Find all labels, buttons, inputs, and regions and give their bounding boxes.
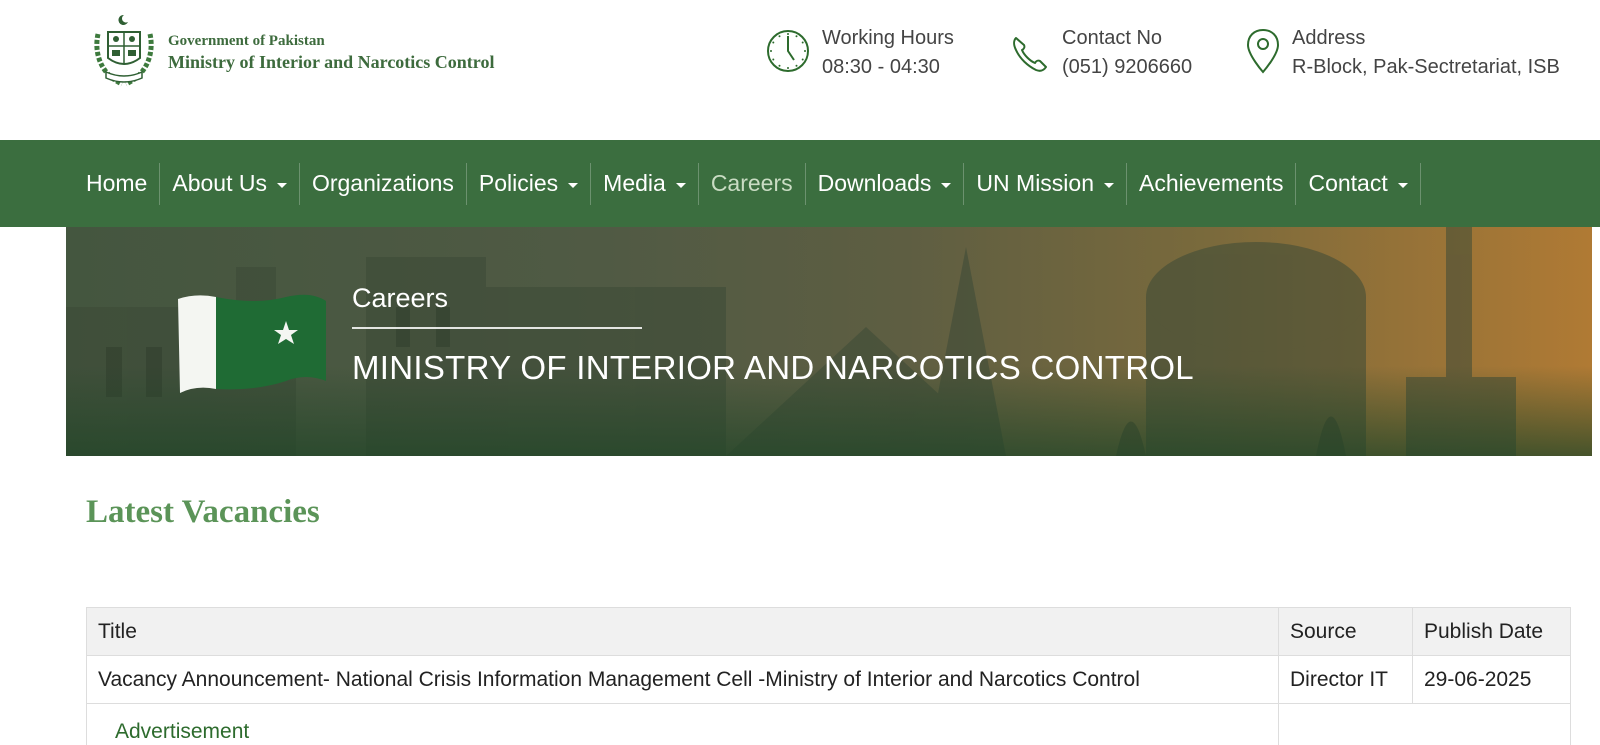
clock-icon [767,30,809,72]
nav-divider [1419,162,1421,205]
nav-achievements-label: Achievements [1139,170,1284,196]
address-value: R-Block, Pak-Sectretariat, ISB [1292,56,1560,78]
nav-un-mission[interactable]: UN Mission [964,140,1126,227]
caret-down-icon [1397,182,1408,188]
working-hours-info: Working Hours 08:30 - 04:30 [766,24,954,82]
logo-government: Government of Pakistan [168,33,325,49]
caret-down-icon [675,182,686,188]
vacancies-table: Title Source Publish Date Vacancy Announ… [86,607,1571,745]
state-emblem-icon [94,14,154,87]
latest-vacancies-heading: Latest Vacancies [86,494,320,530]
phone-icon [1013,37,1047,72]
nav-policies-label: Policies [478,170,559,196]
caret-down-icon [941,182,952,188]
address-info: Address R-Block, Pak-Sectretariat, ISB [1244,24,1560,82]
banner-subtitle: Careers [352,283,449,313]
banner-divider [352,327,642,329]
nav-about-us-label: About Us [172,170,267,196]
nav-home[interactable]: Home [74,140,159,227]
working-hours-value: 08:30 - 04:30 [822,56,940,78]
nav-home-label: Home [86,170,148,196]
banner-title: MINISTRY OF INTERIOR AND NARCOTICS CONTR… [352,349,1194,386]
contact-info: Contact No (051) 9206660 [1006,24,1192,82]
attachment-empty-cell [1278,703,1571,745]
map-pin-icon [1246,28,1280,74]
nav-careers[interactable]: Careers [699,140,805,227]
nav-media-label: Media [603,170,666,196]
caret-down-icon [276,182,287,188]
nav-contact[interactable]: Contact [1296,140,1419,227]
address-label: Address [1292,27,1366,49]
nav-downloads-label: Downloads [817,170,932,196]
working-hours-label: Working Hours [822,27,954,49]
nav-policies[interactable]: Policies [467,140,590,227]
table-header-row: Title Source Publish Date [86,607,1571,656]
column-source-header[interactable]: Source [1278,607,1413,656]
column-title-header[interactable]: Title [86,607,1279,656]
main-navbar: Home About Us Organizations Policies Med… [0,140,1600,227]
caret-down-icon [1104,182,1114,188]
site-logo[interactable]: Government of Pakistan Ministry of Inter… [92,12,494,88]
vacancy-source: Director IT [1278,655,1413,704]
nav-list: Home About Us Organizations Policies Med… [74,140,1421,227]
contact-label: Contact No [1062,27,1163,49]
nav-contact-label: Contact [1308,170,1388,196]
top-header: Government of Pakistan Ministry of Inter… [0,0,1600,140]
table-row: Vacancy Announcement- National Crisis In… [86,655,1571,704]
contact-value[interactable]: (051) 9206660 [1062,53,1192,82]
pakistan-flag-icon [178,294,326,393]
column-publish-date-header[interactable]: Publish Date [1412,607,1571,656]
nav-organizations-label: Organizations [311,170,454,196]
nav-media[interactable]: Media [591,140,698,227]
vacancy-title[interactable]: Vacancy Announcement- National Crisis In… [86,655,1279,704]
nav-organizations[interactable]: Organizations [300,140,466,227]
careers-banner: Careers MINISTRY OF INTERIOR AND NARCOTI… [66,227,1592,456]
nav-achievements[interactable]: Achievements [1127,140,1295,227]
caret-down-icon [568,182,579,188]
logo-text: Government of Pakistan Ministry of Inter… [168,26,494,74]
nav-careers-label: Careers [710,170,793,196]
table-row-attachment: Advertisement [86,703,1571,745]
advertisement-link[interactable]: Advertisement [86,703,1279,745]
nav-un-mission-label: UN Mission [976,170,1094,196]
nav-about-us[interactable]: About Us [160,140,299,227]
logo-ministry: Ministry of Interior and Narcotics Contr… [168,52,495,72]
nav-downloads[interactable]: Downloads [806,140,964,227]
vacancy-publish-date: 29-06-2025 [1412,655,1571,704]
